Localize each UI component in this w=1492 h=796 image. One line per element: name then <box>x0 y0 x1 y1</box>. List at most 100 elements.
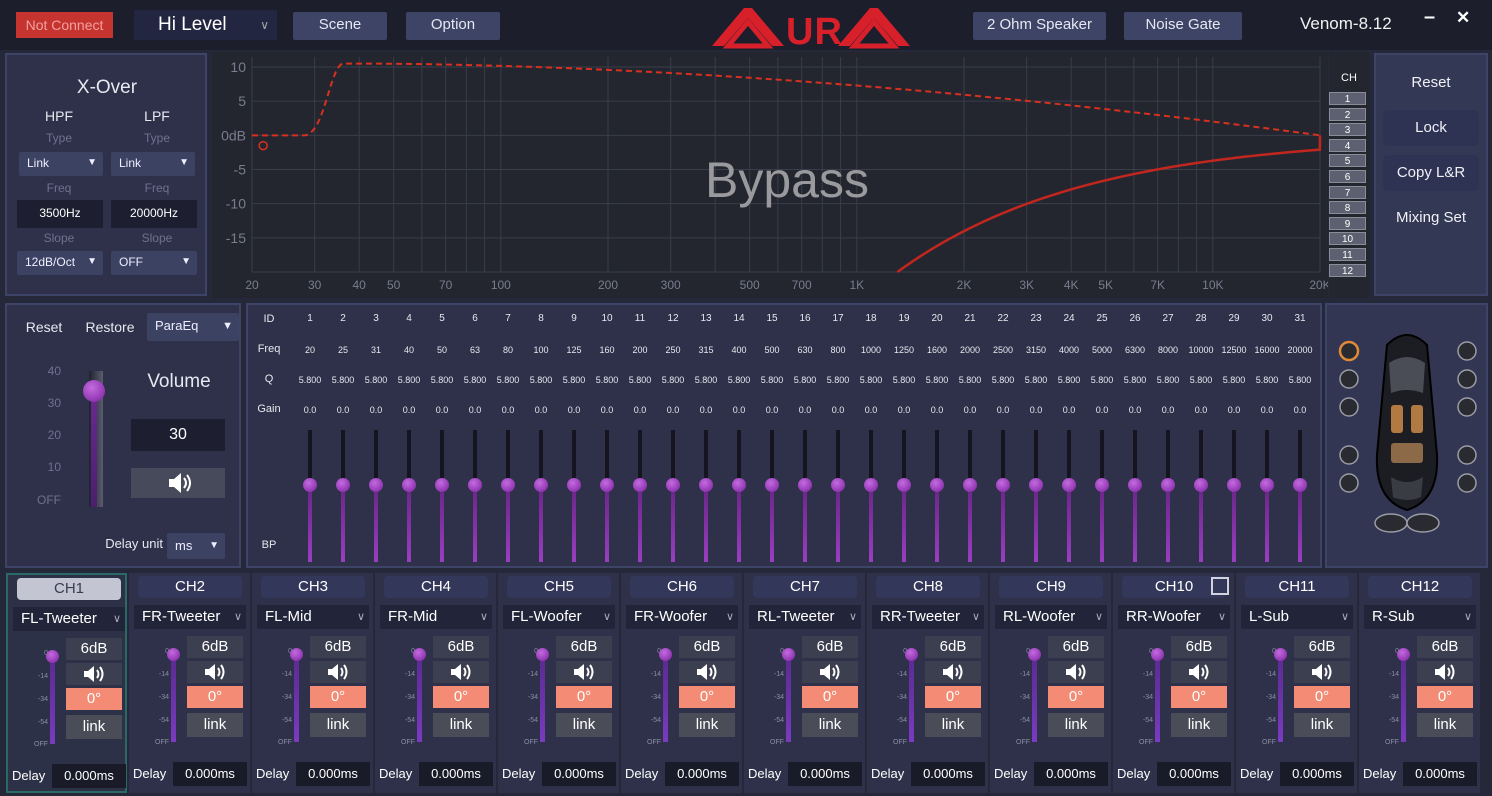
eq-band-q[interactable]: 5.800 <box>623 375 657 385</box>
eq-band-slider-knob[interactable] <box>435 478 449 492</box>
eq-band-freq[interactable]: 16000 <box>1250 345 1284 355</box>
eq-band-q[interactable]: 5.800 <box>1217 375 1251 385</box>
channel-level-knob[interactable] <box>46 650 59 663</box>
frequency-response-graph[interactable]: 10 5 0dB -5 -10 -15 20 30 40 50 70 100 200 300 500 700 1… <box>212 52 1331 298</box>
eq-band-gain[interactable]: 0.0 <box>821 405 855 415</box>
eq-band-q[interactable]: 5.800 <box>953 375 987 385</box>
channel-button-3[interactable]: 3 <box>1329 123 1366 137</box>
eq-band-q[interactable]: 5.800 <box>788 375 822 385</box>
channel-phase-button[interactable]: 0° <box>925 686 981 708</box>
channel-phase-button[interactable]: 0° <box>679 686 735 708</box>
eq-band-slider-knob[interactable] <box>699 478 713 492</box>
channel-gain-value[interactable]: 6dB <box>925 636 981 658</box>
eq-band-gain[interactable]: 0.0 <box>359 405 393 415</box>
channel-gain-value[interactable]: 6dB <box>187 636 243 658</box>
channel-link-button[interactable]: link <box>1294 713 1350 737</box>
channel-level-knob[interactable] <box>1028 648 1041 661</box>
eq-band-freq[interactable]: 25 <box>326 345 360 355</box>
eq-band-gain[interactable]: 0.0 <box>656 405 690 415</box>
eq-band-freq[interactable]: 400 <box>722 345 756 355</box>
eq-band-gain[interactable]: 0.0 <box>392 405 426 415</box>
volume-value-input[interactable]: 30 <box>131 419 225 451</box>
channel-gain-value[interactable]: 6dB <box>1417 636 1473 658</box>
channel-delay-input[interactable]: 0.000ms <box>542 762 616 786</box>
channel-delay-input[interactable]: 0.000ms <box>419 762 493 786</box>
channel-phase-button[interactable]: 0° <box>66 688 122 710</box>
eq-band-freq[interactable]: 31 <box>359 345 393 355</box>
channel-delay-input[interactable]: 0.000ms <box>665 762 739 786</box>
channel-gain-value[interactable]: 6dB <box>802 636 858 658</box>
eq-band-slider-knob[interactable] <box>1095 478 1109 492</box>
channel-mute-button[interactable] <box>66 663 122 685</box>
channel-gain-value[interactable]: 6dB <box>310 636 366 658</box>
eq-band-freq[interactable]: 500 <box>755 345 789 355</box>
hpf-slope-select[interactable]: 12dB/Oct ▼ <box>17 251 103 275</box>
eq-band-gain[interactable]: 0.0 <box>887 405 921 415</box>
eq-band-gain[interactable]: 0.0 <box>590 405 624 415</box>
eq-band-q[interactable]: 5.800 <box>821 375 855 385</box>
eq-band-gain[interactable]: 0.0 <box>1118 405 1152 415</box>
channel-assignment-select[interactable]: FR-Tweeter ∨ <box>134 605 246 629</box>
channel-header[interactable]: CH4 <box>384 576 488 598</box>
channel-assignment-select[interactable]: R-Sub ∨ <box>1364 605 1476 629</box>
eq-band-freq[interactable]: 12500 <box>1217 345 1251 355</box>
channel-delay-input[interactable]: 0.000ms <box>1403 762 1477 786</box>
eq-band-freq[interactable]: 2000 <box>953 345 987 355</box>
channel-phase-button[interactable]: 0° <box>1417 686 1473 708</box>
eq-band-gain[interactable]: 0.0 <box>1217 405 1251 415</box>
channel-mute-button[interactable] <box>802 661 858 683</box>
eq-band-gain[interactable]: 0.0 <box>623 405 657 415</box>
channel-delay-input[interactable]: 0.000ms <box>173 762 247 786</box>
channel-link-button[interactable]: link <box>187 713 243 737</box>
eq-band-freq[interactable]: 6300 <box>1118 345 1152 355</box>
eq-band-gain[interactable]: 0.0 <box>1250 405 1284 415</box>
eq-band-slider-knob[interactable] <box>534 478 548 492</box>
channel-button-1[interactable]: 1 <box>1329 92 1366 105</box>
eq-band-slider-knob[interactable] <box>303 478 317 492</box>
eq-band-freq[interactable]: 63 <box>458 345 492 355</box>
channel-link-button[interactable]: link <box>925 713 981 737</box>
option-button[interactable]: Option <box>406 12 500 40</box>
channel-mute-button[interactable] <box>1171 661 1227 683</box>
channel-delay-input[interactable]: 0.000ms <box>296 762 370 786</box>
delay-unit-select[interactable]: ms ▼ <box>167 533 225 559</box>
eq-band-slider-knob[interactable] <box>1128 478 1142 492</box>
channel-gain-value[interactable]: 6dB <box>433 636 489 658</box>
channel-delay-input[interactable]: 0.000ms <box>1280 762 1354 786</box>
connection-status-button[interactable]: Not Connect <box>16 12 113 38</box>
eq-band-slider-knob[interactable] <box>369 478 383 492</box>
eq-band-freq[interactable]: 315 <box>689 345 723 355</box>
eq-band-gain[interactable]: 0.0 <box>953 405 987 415</box>
eq-band-gain[interactable]: 0.0 <box>458 405 492 415</box>
channel-link-checkbox[interactable] <box>1211 577 1229 595</box>
channel-button-6[interactable]: 6 <box>1329 170 1366 183</box>
channel-delay-input[interactable]: 0.000ms <box>1034 762 1108 786</box>
reset-button[interactable]: Reset <box>1383 65 1479 101</box>
channel-button-9[interactable]: 9 <box>1329 216 1366 230</box>
channel-header[interactable]: CH5 <box>507 576 611 598</box>
channel-link-button[interactable]: link <box>1417 713 1473 737</box>
eq-band-freq[interactable]: 1600 <box>920 345 954 355</box>
eq-band-gain[interactable]: 0.0 <box>425 405 459 415</box>
channel-button-10[interactable]: 10 <box>1329 232 1366 246</box>
channel-button-4[interactable]: 4 <box>1329 138 1366 152</box>
eq-band-q[interactable]: 5.800 <box>722 375 756 385</box>
channel-level-knob[interactable] <box>1397 648 1410 661</box>
channel-assignment-select[interactable]: RL-Woofer ∨ <box>995 605 1107 629</box>
lock-button[interactable]: Lock <box>1383 110 1479 146</box>
eq-band-gain[interactable]: 0.0 <box>1019 405 1053 415</box>
channel-header[interactable]: CH2 <box>138 576 242 598</box>
eq-band-q[interactable]: 5.800 <box>293 375 327 385</box>
eq-band-gain[interactable]: 0.0 <box>920 405 954 415</box>
channel-phase-button[interactable]: 0° <box>1048 686 1104 708</box>
channel-level-knob[interactable] <box>905 648 918 661</box>
eq-band-gain[interactable]: 0.0 <box>293 405 327 415</box>
channel-phase-button[interactable]: 0° <box>802 686 858 708</box>
channel-header[interactable]: CH6 <box>630 576 734 598</box>
hpf-freq-input[interactable]: 3500Hz <box>17 200 103 228</box>
channel-gain-value[interactable]: 6dB <box>1048 636 1104 658</box>
eq-band-slider-knob[interactable] <box>798 478 812 492</box>
channel-assignment-select[interactable]: RL-Tweeter ∨ <box>749 605 861 629</box>
eq-band-freq[interactable]: 160 <box>590 345 624 355</box>
channel-button-8[interactable]: 8 <box>1329 201 1366 215</box>
